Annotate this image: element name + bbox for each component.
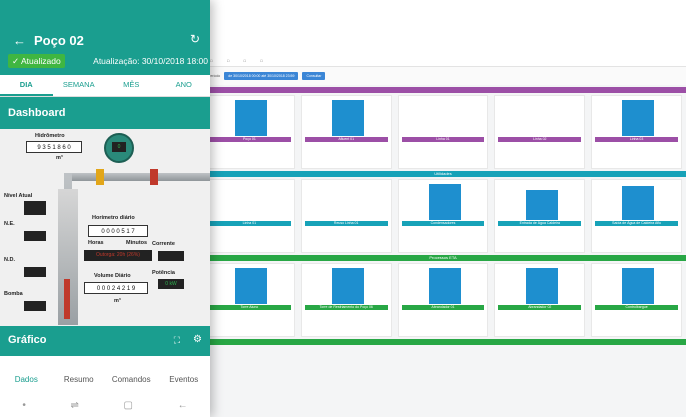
app-bar: ← Poço 02 ↻ ✓ Atualizado Atualização: 30… xyxy=(0,0,210,75)
updated-timestamp: Atualização: 30/10/2018 18:00 xyxy=(93,56,208,66)
grafico-header: Gráfico ⛶ ⚙ xyxy=(0,326,210,356)
nav-eventos[interactable]: Eventos xyxy=(158,375,211,384)
hidrometro-display: 9 3 5 1 8 6 0 xyxy=(26,141,82,153)
card[interactable]: Entrada de Água Caldeira xyxy=(494,179,586,253)
nav-comandos[interactable]: Comandos xyxy=(105,375,158,384)
recents-icon[interactable]: ⇌ xyxy=(71,400,79,411)
hidrometro-label: Hidrômetro xyxy=(35,133,65,139)
horimetro-label: Horímetro diário xyxy=(92,215,135,221)
potencia-value: 0 kW xyxy=(158,279,184,289)
dashboard-header: Dashboard xyxy=(0,97,210,129)
card[interactable]: Abrandador 02 xyxy=(494,263,586,337)
card[interactable]: Controlbargue xyxy=(591,263,682,337)
ne-label: N.E. xyxy=(4,221,15,227)
grafico-title: Gráfico xyxy=(8,334,47,346)
valve-icon xyxy=(96,169,104,185)
hidrometro-unit: m³ xyxy=(56,155,63,161)
horas-label: Horas xyxy=(88,240,104,246)
pipe-horizontal xyxy=(64,173,210,181)
water-level-bar xyxy=(64,279,70,319)
tab-mes[interactable]: MÊS xyxy=(105,75,158,96)
desktop-filterbar: Período de 30/10/2018 00:00 até 30/10/20… xyxy=(200,67,686,85)
volume-unit: m³ xyxy=(114,298,121,304)
phone-app: ← Poço 02 ↻ ✓ Atualizado Atualização: 30… xyxy=(0,0,210,417)
home-icon[interactable]: ▢ xyxy=(124,400,133,411)
corrente-value xyxy=(158,251,184,261)
period-button[interactable]: de 30/10/2018 00:00 até 30/10/2018 23:59 xyxy=(224,72,299,80)
section-bar-top xyxy=(200,87,686,93)
desktop-dashboard: ☐ ☐ ☐ ☐ Período de 30/10/2018 00:00 até 30/… xyxy=(200,55,686,417)
volume-display: 0 0 0 2 4 2 1 9 xyxy=(84,282,148,294)
refresh-icon[interactable]: ↻ xyxy=(190,32,200,46)
section-utilidades: Utilidades xyxy=(200,171,686,177)
nivel-atual-value xyxy=(24,201,46,215)
card-row-2: Linha 01 Reuso Linha 01 Condensadores En… xyxy=(200,179,686,253)
page-title: Poço 02 xyxy=(34,33,84,48)
card[interactable]: Abrandador 01 xyxy=(397,263,489,337)
status-row: ✓ Atualizado Atualização: 30/10/2018 18:… xyxy=(0,54,210,70)
fullscreen-icon[interactable]: ⛶ xyxy=(174,335,180,346)
system-nav: • ⇌ ▢ ← xyxy=(0,393,210,417)
card[interactable]: Torre de Resfriamento do Poço 06 xyxy=(300,263,392,337)
card[interactable]: Linha 03 xyxy=(591,95,682,169)
tab-dia[interactable]: DIA xyxy=(0,75,53,96)
corrente-label: Corrente xyxy=(152,241,175,247)
bomba-value xyxy=(24,301,46,311)
back-icon[interactable]: ← xyxy=(178,400,188,411)
horimetro-display: 0 0 0 0 5 1 7 xyxy=(88,225,148,237)
nd-value xyxy=(24,267,46,277)
valve-icon xyxy=(150,169,158,185)
consultar-button[interactable]: Consultar xyxy=(302,72,326,80)
outorga-value: Outorga: 20h (26%) xyxy=(84,250,152,261)
tab-semana[interactable]: SEMANA xyxy=(53,75,106,96)
nivel-atual-label: Nível Atual xyxy=(4,193,33,199)
section-bar-bottom xyxy=(200,339,686,345)
status-badge: ✓ Atualizado xyxy=(8,54,65,68)
bomba-label: Bomba xyxy=(4,291,23,297)
nav-dados[interactable]: Dados xyxy=(0,375,53,384)
card[interactable]: Linha 02 xyxy=(494,95,586,169)
back-arrow-icon[interactable]: ← xyxy=(13,33,26,48)
card[interactable]: Reuso Linha 01 xyxy=(300,179,392,253)
volume-label: Volume Diário xyxy=(94,273,131,279)
card[interactable]: Torre Aluno xyxy=(204,263,295,337)
card-row-1: Poço 01 Afluent 01 Linha 01 Linha 02 Lin… xyxy=(200,95,686,169)
potencia-label: Potência xyxy=(152,270,175,276)
bottom-nav: Dados Resumo Comandos Eventos xyxy=(0,365,210,393)
card-row-3: Torre Aluno Torre de Resfriamento do Poç… xyxy=(200,263,686,337)
card[interactable]: Saída de Água de Caldeira Aflu xyxy=(591,179,682,253)
tab-ano[interactable]: ANO xyxy=(158,75,211,96)
card[interactable]: Linha 01 xyxy=(397,95,489,169)
section-processos: Processos ETA xyxy=(200,255,686,261)
card[interactable]: Afluent 01 xyxy=(300,95,392,169)
screen: ☐ ☐ ☐ ☐ Período de 30/10/2018 00:00 até 30/… xyxy=(0,0,686,417)
flowmeter-display: 0 xyxy=(112,142,126,152)
well-diagram: Hidrômetro 9 3 5 1 8 6 0 m³ 0 Nível Atua… xyxy=(0,129,210,326)
card[interactable]: Poço 01 xyxy=(204,95,295,169)
nd-label: N.D. xyxy=(4,257,15,263)
desktop-topbar: ☐ ☐ ☐ ☐ xyxy=(200,55,686,67)
nav-resumo[interactable]: Resumo xyxy=(53,375,106,384)
ne-value xyxy=(24,231,46,241)
gear-icon[interactable]: ⚙ xyxy=(193,334,202,345)
period-tabs: DIA SEMANA MÊS ANO xyxy=(0,75,210,97)
card[interactable]: Linha 01 xyxy=(204,179,295,253)
card[interactable]: Condensadores xyxy=(397,179,489,253)
minutos-label: Minutos xyxy=(126,240,148,246)
dot-icon[interactable]: • xyxy=(22,400,26,411)
